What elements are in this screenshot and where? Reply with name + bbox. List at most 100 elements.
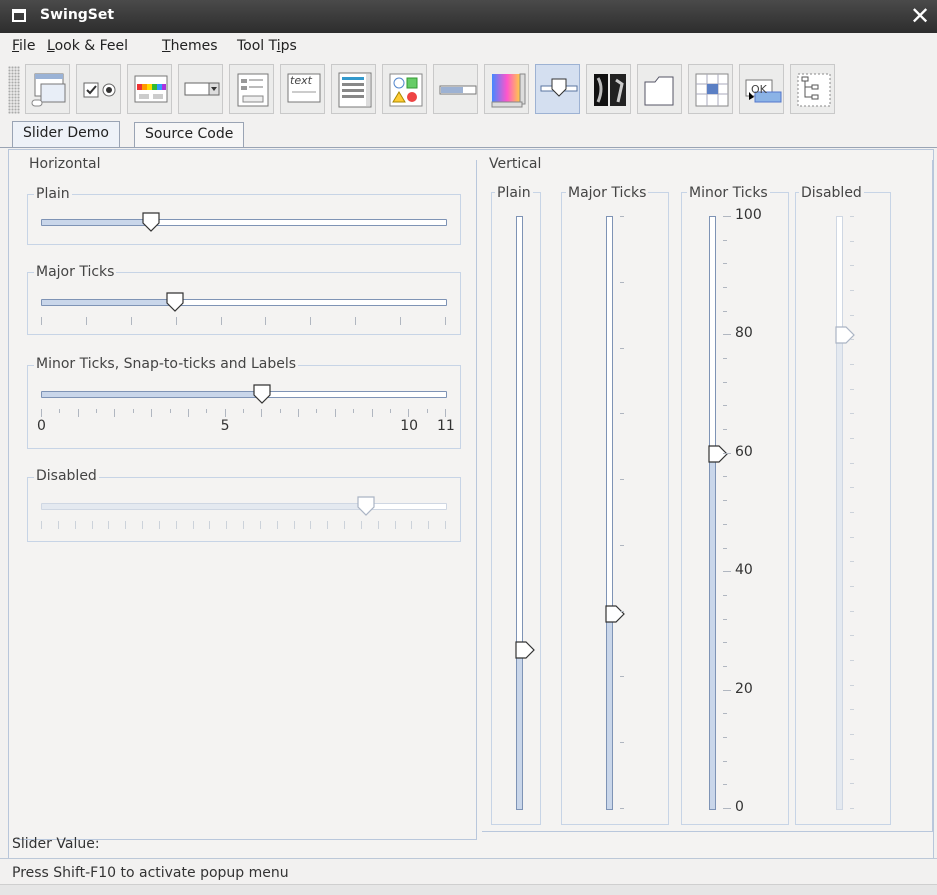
h-disabled-tick [310,521,312,529]
slider-demo-button[interactable] [535,64,580,114]
tree-demo-icon [797,73,831,107]
menu-file-label: ile [19,38,36,54]
v-disabled-thumb-shape [835,326,855,344]
h-major-tick [310,317,312,325]
tooltip-demo-button[interactable]: OK [739,64,784,114]
scroll-pane-demo-button[interactable] [484,64,529,114]
menu-file[interactable]: File [12,38,35,54]
table-demo-icon [695,73,729,107]
h-minor-tick [371,409,373,417]
v-disabled-tick [850,758,854,760]
disabled-horizontal-slider [41,496,447,536]
plain-vertical-slider[interactable] [504,216,535,816]
h-minor-track [41,391,447,398]
close-icon[interactable]: ✕ [907,3,933,29]
list-demo-button[interactable] [331,64,376,114]
h-disabled-tick [125,521,127,529]
h-disabled-tick [209,521,211,529]
minor-ticks-vertical-slider[interactable]: 100 80 60 40 20 0 [697,207,777,816]
title-bar[interactable]: SwingSet ✕ [0,0,937,33]
file-chooser-demo-button[interactable] [229,64,274,114]
h-disabled-tick [108,521,110,529]
v-disabled-tick [850,734,854,735]
table-demo-button[interactable] [688,64,733,114]
color-chooser-demo-button[interactable] [127,64,172,114]
h-minor-tick [187,409,189,417]
editor-pane-demo-button[interactable]: text [280,64,325,114]
v-minor-tick [723,381,727,383]
menu-look-and-feel[interactable]: Look & Feel [47,38,128,54]
window-menu-icon[interactable] [12,9,26,22]
split-pane-demo-button[interactable] [586,64,631,114]
internal-frame-demo-button[interactable] [25,64,70,114]
combobox-demo-button[interactable] [178,64,223,114]
h-minor-tick [41,409,42,417]
v-minor-tick-label: 20 [735,680,753,697]
tree-demo-button[interactable] [790,64,835,114]
toolbar-grip[interactable] [8,66,20,114]
demo-toolbar: text OK [8,62,928,118]
tabbed-pane-demo-button[interactable] [637,64,682,114]
h-disabled-tick [175,521,177,529]
tooltip-demo-text: OK [751,83,767,96]
h-major-tick [175,317,177,325]
progress-bar-demo-button[interactable] [433,64,478,114]
h-major-tick [445,317,446,325]
h-disabled-fill [42,504,366,509]
button-demo-button[interactable] [76,64,121,114]
v-disabled-tick [850,709,854,711]
v-minor-tick-label: 100 [735,207,762,223]
menu-tool-tips[interactable]: Tool Tips [237,38,297,54]
h-major-tick [85,317,87,325]
h-disabled-tick [445,521,446,529]
h-minor-tick [96,409,98,413]
menu-themes[interactable]: Themes [162,38,218,54]
tab-source-code[interactable]: Source Code [134,122,245,148]
h-minor-tick [132,409,134,413]
h-minor-tick [279,409,281,413]
h-minor-tick [169,409,171,413]
h-disabled-tick [142,521,143,529]
v-major-thumb-shape [605,605,625,623]
h-major-thumb-shape [166,292,184,312]
h-major-tick [220,317,222,325]
h-disabled-tick [192,521,194,529]
h-major-thumb[interactable] [165,292,185,312]
disabled-vertical-title: Disabled [799,185,864,201]
option-pane-demo-button[interactable] [382,64,427,114]
v-disabled-tick [850,413,854,415]
h-minor-tick-label: 0 [37,418,46,434]
v-plain-thumb[interactable] [515,640,535,660]
v-disabled-tick [850,512,854,513]
h-disabled-tick [293,521,295,529]
v-disabled-tick [850,586,854,587]
v-disabled-tick [850,314,854,316]
v-disabled-track [836,216,843,810]
major-ticks-horizontal-title: Major Ticks [34,264,117,280]
plain-horizontal-slider[interactable] [41,212,447,234]
v-minor-tick [723,287,727,289]
h-minor-thumb[interactable] [252,384,272,404]
v-major-tick [620,544,624,546]
minor-ticks-horizontal-slider[interactable]: 0 5 10 11 [37,384,455,444]
h-minor-tick [298,409,300,417]
v-minor-tick-label: 60 [735,443,753,460]
v-major-tick [620,808,624,809]
editor-pane-demo-text: text [290,74,312,87]
v-disabled-tick [850,610,854,612]
v-major-thumb[interactable] [605,604,625,624]
v-disabled-fill [837,335,842,809]
h-minor-tick [261,409,263,417]
h-major-tick [355,317,357,325]
v-disabled-tick [850,216,854,217]
major-ticks-vertical-slider[interactable] [594,216,644,816]
major-ticks-horizontal-slider[interactable] [41,292,447,332]
h-disabled-tick [243,521,244,529]
v-minor-tick [723,239,727,241]
v-disabled-tick [850,290,854,291]
tab-slider-demo[interactable]: Slider Demo [12,121,120,148]
h-plain-thumb[interactable] [141,212,161,232]
h-disabled-tick [276,521,278,529]
h-minor-tick [389,409,391,413]
v-disabled-tick [850,339,854,341]
